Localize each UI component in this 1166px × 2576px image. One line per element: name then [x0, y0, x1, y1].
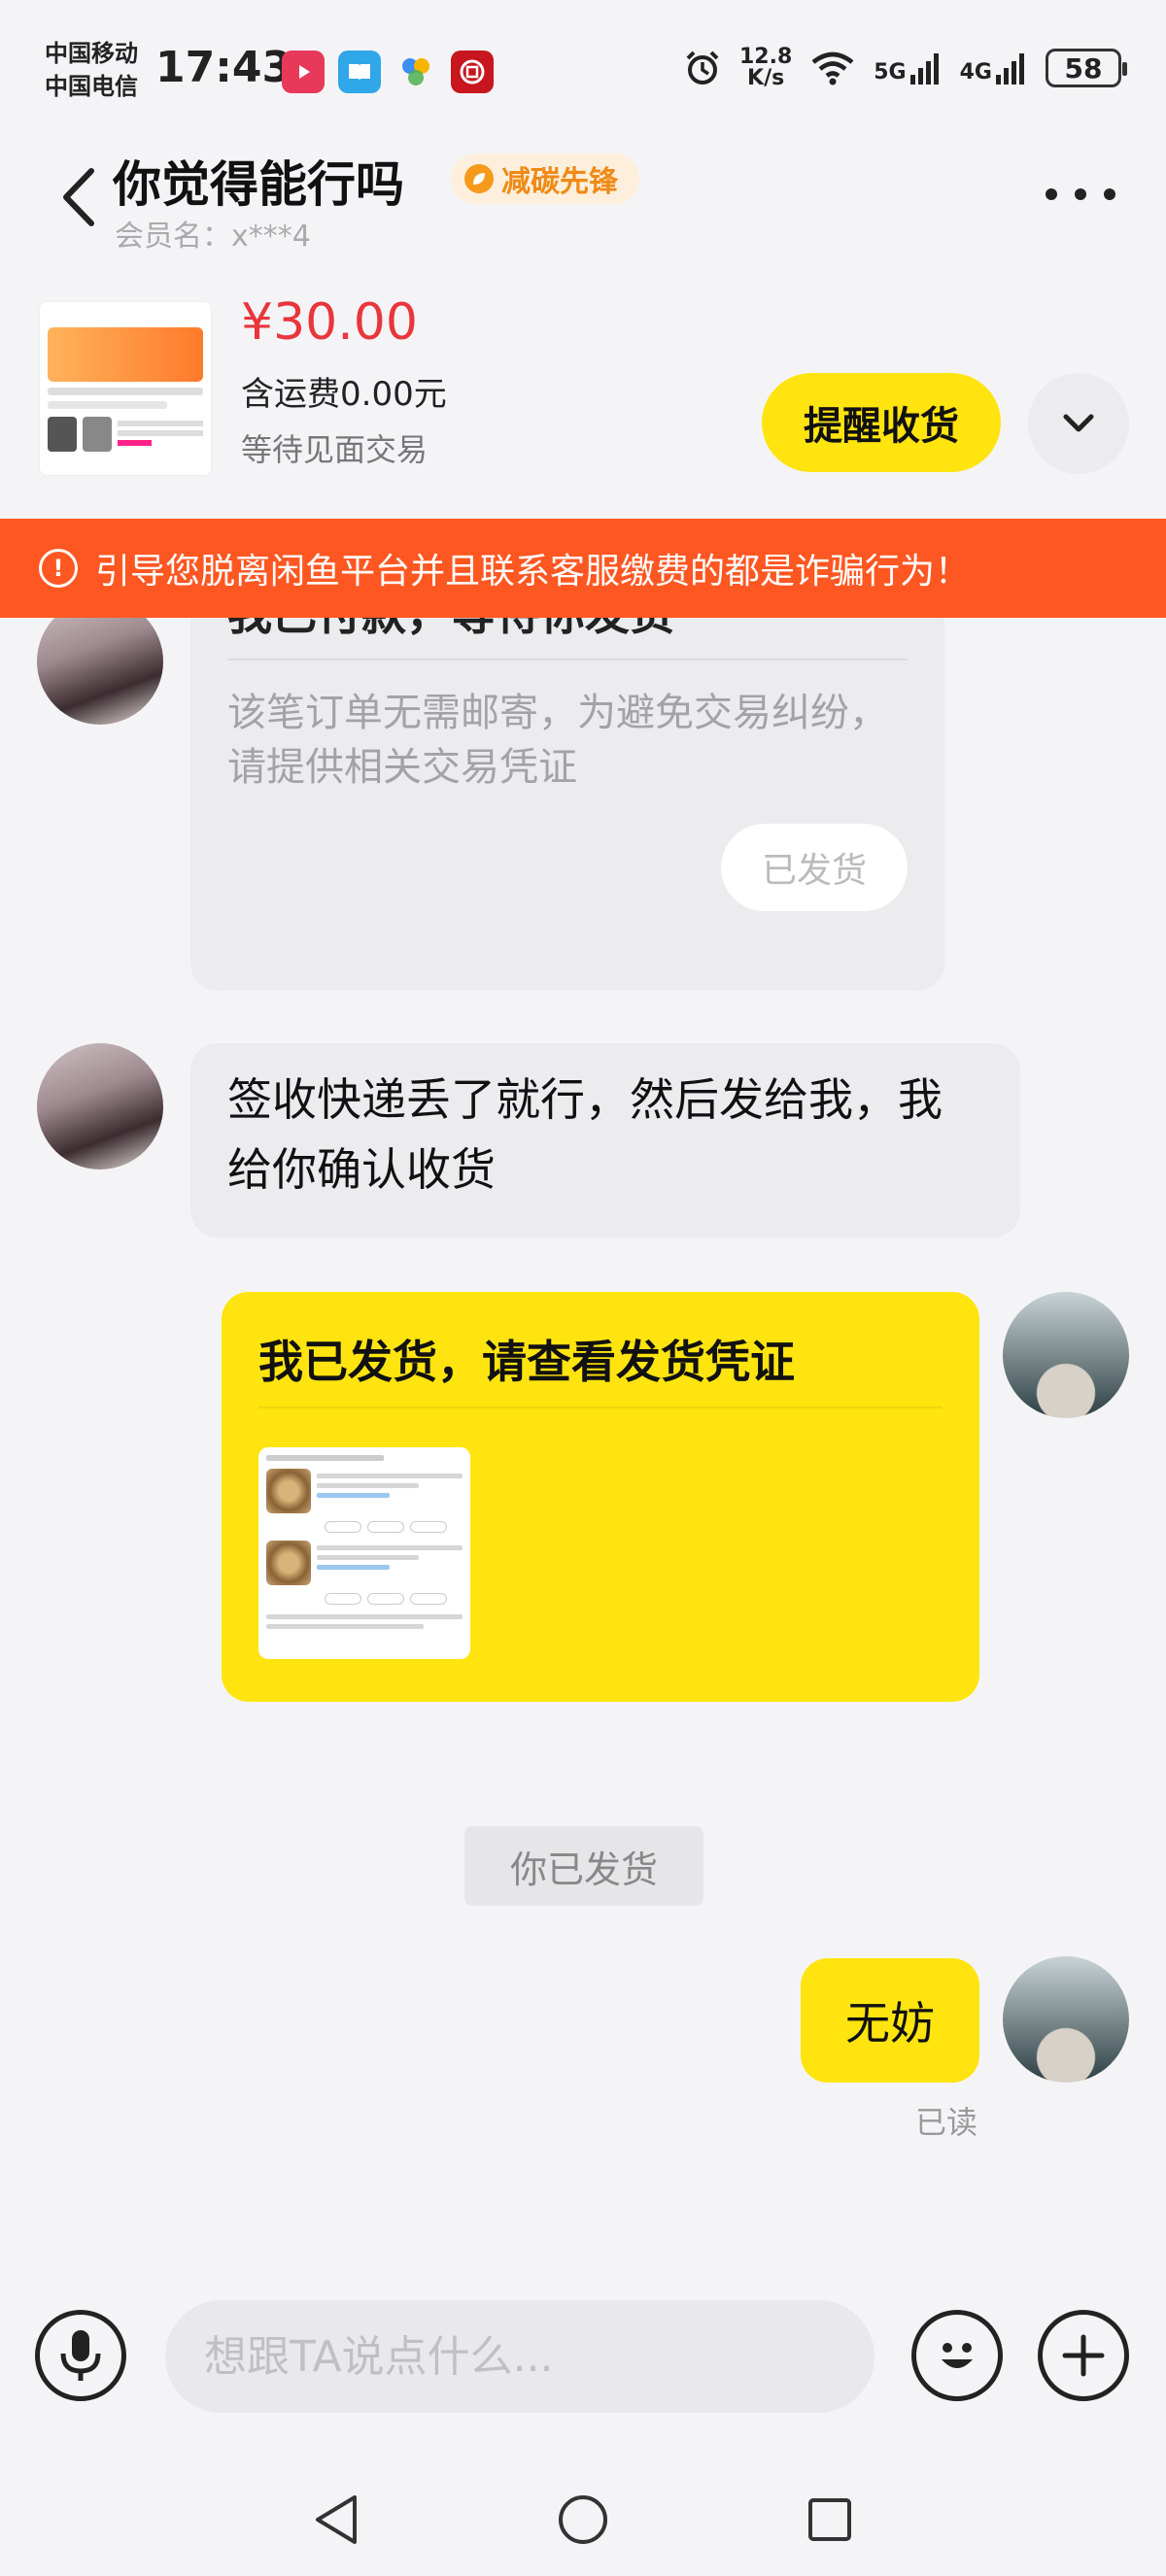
alert-icon: ! — [39, 549, 78, 588]
bank-app-icon — [451, 51, 494, 93]
more-dot — [1046, 188, 1057, 200]
order-price: ¥30.00 — [241, 293, 418, 352]
shipment-card-title: 我已发货，请查看发货凭证 — [258, 1336, 795, 1388]
back-button[interactable] — [54, 163, 103, 231]
chat-header: 你觉得能行吗 减碳先锋 会员名：x***4 — [0, 146, 1166, 262]
smiley-icon — [942, 2343, 973, 2368]
circle-home-icon — [559, 2495, 607, 2544]
more-button[interactable] — [1046, 175, 1115, 214]
carrier-2: 中国电信 — [45, 73, 138, 100]
leaf-icon — [464, 164, 494, 193]
shipment-card[interactable]: 我已发货，请查看发货凭证 — [222, 1292, 979, 1702]
fraud-warning-text: 引导您脱离闲鱼平台并且联系客服缴费的都是诈骗行为！ — [95, 552, 971, 592]
signal-5g: 5G — [874, 51, 942, 85]
chevron-left-icon — [63, 168, 94, 226]
avatar-self[interactable] — [1003, 1956, 1129, 2083]
video-app-icon — [282, 51, 325, 93]
network-speed-unit: K/s — [747, 66, 785, 90]
wifi-icon — [811, 51, 854, 85]
divider — [227, 659, 908, 661]
carrier-info: 中国移动 中国电信 — [45, 37, 138, 103]
status-bar: 中国移动 中国电信 17:43 12.8 K/s 5G 4G 58 — [0, 0, 1166, 146]
order-status: 等待见面交易 — [241, 431, 429, 468]
chat-messages[interactable]: 我已付款，等待你发货 该笔订单无需邮寄，为避免交易纠纷，请提供相关交易凭证 已发… — [0, 618, 1166, 2250]
carrier-1: 中国移动 — [45, 40, 138, 67]
eco-badge-label: 减碳先锋 — [501, 165, 618, 199]
square-recents-icon — [808, 2498, 851, 2541]
pinwheel-app-icon — [394, 51, 437, 93]
message-bubble-received[interactable]: 签收快递丢了就行，然后发给我，我给你确认收货 — [190, 1043, 1020, 1237]
voice-button[interactable] — [35, 2310, 126, 2401]
signal-bars-icon — [996, 53, 1024, 85]
message-input[interactable] — [165, 2300, 874, 2413]
nav-back-button[interactable] — [307, 2491, 365, 2549]
clock: 17:43 — [155, 43, 292, 92]
order-summary: ¥30.00 含运费0.00元 等待见面交易 提醒收货 — [0, 282, 1166, 520]
triangle-back-icon — [316, 2495, 357, 2544]
chevron-down-icon — [1063, 414, 1094, 432]
eco-badge[interactable]: 减碳先锋 — [451, 153, 639, 204]
nav-recents-button[interactable] — [801, 2491, 859, 2549]
signal-bars-icon — [909, 53, 939, 85]
nav-home-button[interactable] — [554, 2491, 612, 2549]
microphone-icon — [60, 2330, 101, 2381]
emoji-button[interactable] — [911, 2310, 1003, 2401]
network-speed: 12.8 K/s — [739, 47, 792, 89]
plus-icon — [1062, 2334, 1105, 2377]
shipment-proof-image[interactable] — [258, 1447, 470, 1659]
network-speed-value: 12.8 — [738, 45, 793, 69]
divider — [258, 1407, 943, 1408]
shipped-button[interactable]: 已发货 — [721, 824, 908, 911]
payment-card-desc: 该笔订单无需邮寄，为避免交易纠纷，请提供相关交易凭证 — [227, 691, 888, 790]
shipping-fee: 含运费0.00元 — [241, 375, 447, 414]
more-dot — [1104, 188, 1115, 200]
system-message: 你已发货 — [464, 1826, 703, 1906]
plus-button[interactable] — [1038, 2310, 1129, 2401]
avatar-other[interactable] — [37, 618, 163, 725]
notification-icons — [282, 51, 494, 93]
book-app-icon — [338, 51, 381, 93]
signal-4g-label: 4G — [959, 60, 992, 85]
system-nav-bar — [0, 2463, 1166, 2576]
product-thumbnail[interactable] — [39, 301, 212, 476]
payment-card-title: 我已付款，等待你发货 — [227, 618, 674, 643]
system-indicators: 12.8 K/s 5G 4G 58 — [683, 47, 1127, 89]
member-name: 会员名：x***4 — [115, 220, 311, 254]
read-receipt: 已读 — [915, 2104, 978, 2141]
message-input-bar — [0, 2250, 1166, 2463]
message-bubble-sent[interactable]: 无妨 — [801, 1958, 979, 2083]
battery-indicator: 58 — [1046, 49, 1127, 87]
signal-5g-label: 5G — [874, 60, 907, 85]
avatar-self[interactable] — [1003, 1292, 1129, 1418]
page-title: 你觉得能行吗 — [113, 156, 404, 213]
signal-4g: 4G — [960, 51, 1028, 85]
avatar-other[interactable] — [37, 1043, 163, 1169]
expand-button[interactable] — [1028, 373, 1129, 474]
remind-receipt-button[interactable]: 提醒收货 — [762, 373, 1001, 472]
fraud-warning-banner: ! 引导您脱离闲鱼平台并且联系客服缴费的都是诈骗行为！ — [0, 519, 1166, 618]
more-dot — [1075, 188, 1086, 200]
payment-card[interactable]: 我已付款，等待你发货 该笔订单无需邮寄，为避免交易纠纷，请提供相关交易凭证 已发… — [190, 618, 944, 991]
alarm-icon — [686, 51, 719, 85]
